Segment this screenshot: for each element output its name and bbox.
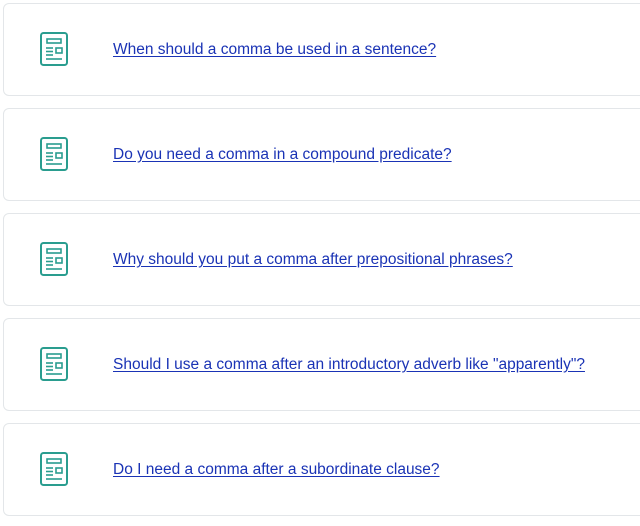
question-link[interactable]: When should a comma be used in a sentenc… xyxy=(113,40,436,60)
question-card[interactable]: Should I use a comma after an introducto… xyxy=(3,318,640,411)
question-link[interactable]: Should I use a comma after an introducto… xyxy=(113,355,585,375)
question-card[interactable]: Do I need a comma after a subordinate cl… xyxy=(3,423,640,516)
question-link[interactable]: Do I need a comma after a subordinate cl… xyxy=(113,460,440,480)
question-link[interactable]: Do you need a comma in a compound predic… xyxy=(113,145,452,165)
question-card[interactable]: When should a comma be used in a sentenc… xyxy=(3,3,640,96)
question-card[interactable]: Do you need a comma in a compound predic… xyxy=(3,108,640,201)
question-card[interactable]: Why should you put a comma after preposi… xyxy=(3,213,640,306)
question-link[interactable]: Why should you put a comma after preposi… xyxy=(113,250,513,270)
article-icon xyxy=(38,345,70,383)
article-icon xyxy=(38,240,70,278)
article-icon xyxy=(38,135,70,173)
article-icon xyxy=(38,450,70,488)
article-icon xyxy=(38,30,70,68)
